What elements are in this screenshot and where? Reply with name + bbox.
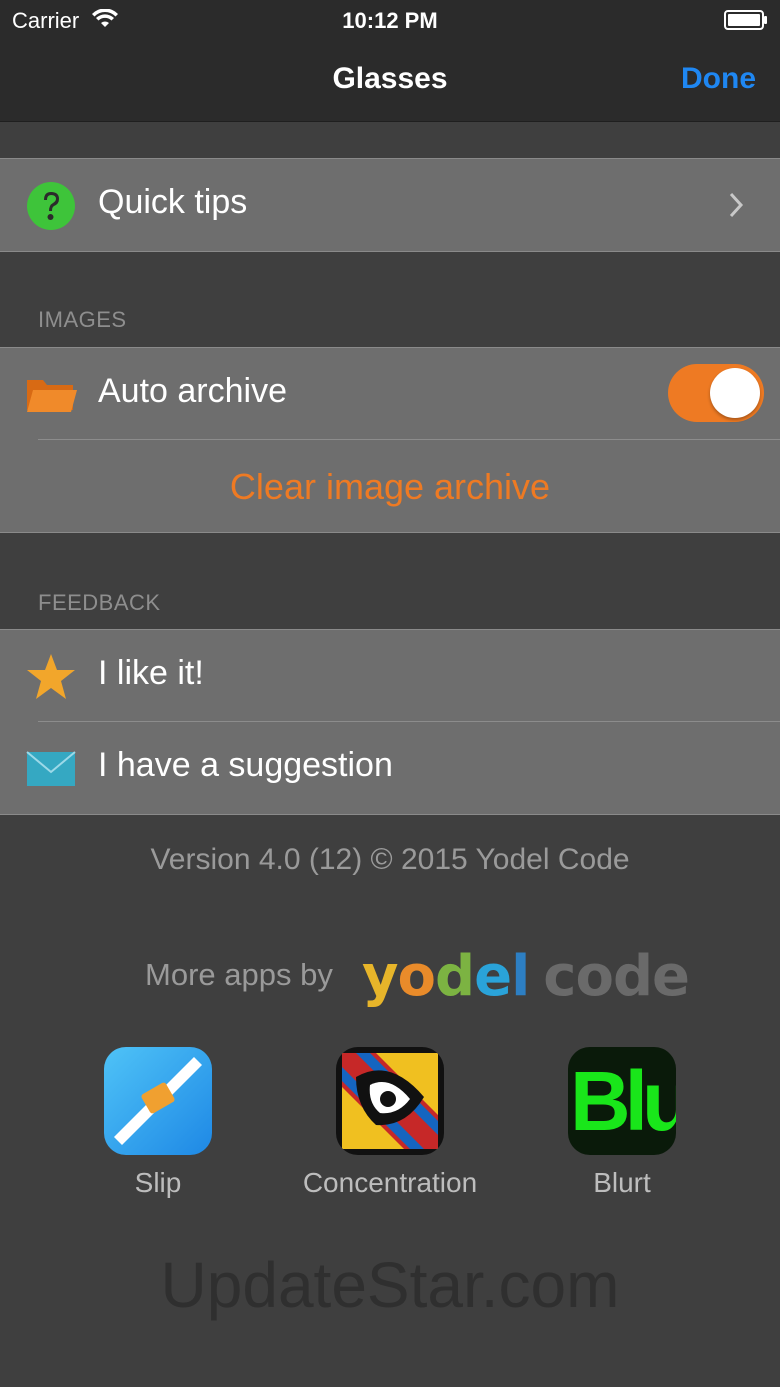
folder-icon [27, 380, 77, 412]
like-it-row[interactable]: I like it! [0, 630, 780, 722]
images-group: Auto archive Clear image archive [0, 347, 780, 533]
blurt-icon-text: Blu [570, 1054, 676, 1148]
suggestion-row[interactable]: I have a suggestion [0, 722, 780, 814]
nav-bar: Glasses Done [0, 40, 780, 122]
app-blurt[interactable]: Blu Blurt [522, 1047, 722, 1199]
status-bar: Carrier 10:12 PM [0, 0, 780, 40]
quick-tips-group: Quick tips [0, 158, 780, 252]
more-apps-label: More apps by [145, 957, 333, 992]
quick-tips-row[interactable]: Quick tips [0, 159, 780, 251]
blurt-app-icon: Blu [568, 1047, 676, 1155]
app-slip[interactable]: Slip [58, 1047, 258, 1199]
auto-archive-label: Auto archive [98, 372, 287, 410]
done-button[interactable]: Done [681, 62, 756, 96]
auto-archive-row: Auto archive [0, 348, 780, 440]
yodel-code-logo[interactable]: yodel code [362, 944, 690, 1009]
slip-app-icon [104, 1047, 212, 1155]
page-title: Glasses [332, 62, 448, 95]
clear-image-archive-button[interactable]: Clear image archive [0, 466, 780, 508]
battery-icon [724, 10, 767, 30]
quick-tips-label: Quick tips [98, 183, 248, 221]
app-name: Concentration [302, 1167, 478, 1198]
mail-icon [26, 751, 76, 786]
like-it-label: I like it! [98, 654, 204, 692]
app-concentration[interactable]: Concentration [290, 1047, 490, 1199]
watermark: UpdateStar.com [160, 1249, 620, 1321]
chevron-right-icon [729, 192, 744, 218]
version-text: Version 4.0 (12) © 2015 Yodel Code [150, 843, 630, 876]
toggle-knob [710, 368, 760, 418]
clear-archive-row[interactable]: Clear image archive [0, 440, 780, 532]
star-icon [27, 654, 75, 699]
clock: 10:12 PM [342, 8, 438, 33]
app-name: Slip [134, 1167, 182, 1198]
images-section-header: IMAGES [38, 307, 127, 332]
auto-archive-toggle[interactable] [668, 364, 764, 422]
feedback-section-header: FEEDBACK [38, 590, 161, 615]
suggestion-label: I have a suggestion [98, 746, 393, 784]
concentration-app-icon [336, 1047, 444, 1155]
feedback-group: I like it! I have a suggestion [0, 629, 780, 815]
question-icon [27, 182, 75, 230]
app-name: Blurt [593, 1167, 651, 1198]
